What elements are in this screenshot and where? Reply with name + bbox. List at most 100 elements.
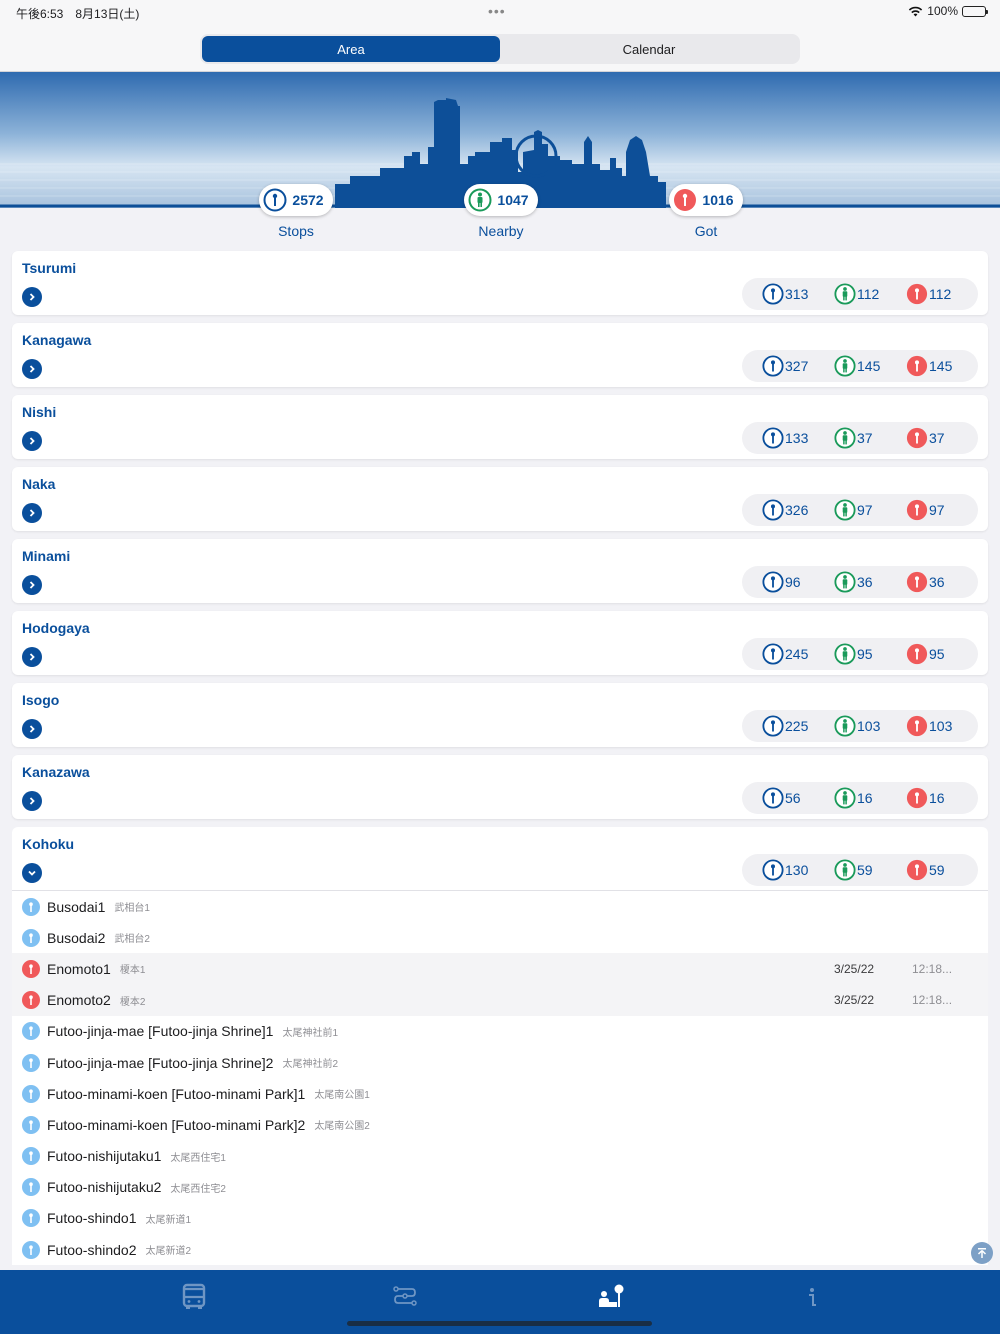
tab-bus[interactable]	[179, 1282, 209, 1312]
stop-row[interactable]: Futoo-nishijutaku2 太尾西住宅2	[12, 1172, 988, 1203]
segment-area[interactable]: Area	[202, 36, 500, 62]
multitask-dots-icon[interactable]: •••	[488, 3, 506, 19]
bus-stop-got-icon	[906, 571, 928, 593]
bus-stop-icon	[22, 1084, 40, 1103]
area-got-count: 59	[906, 859, 945, 881]
area-got-count: 145	[906, 355, 952, 377]
stop-name: Futoo-nishijutaku1	[47, 1148, 162, 1165]
stop-row[interactable]: Futoo-shindo1 太尾新道1	[12, 1203, 988, 1234]
stops-total-pill: 2572	[259, 184, 333, 216]
stop-row[interactable]: Futoo-nishijutaku1 太尾西住宅1	[12, 1141, 988, 1172]
bus-stop-outline-icon	[762, 355, 784, 377]
area-card[interactable]: Minami 96 36 36	[12, 539, 988, 603]
chevron-right-icon[interactable]	[22, 359, 42, 379]
summary-got: 1016 Got	[666, 184, 746, 239]
area-name: Hodogaya	[22, 620, 90, 636]
bus-stop-got-icon	[906, 715, 928, 737]
stop-name: Futoo-minami-koen [Futoo-minami Park]2	[47, 1116, 306, 1133]
area-nearby-count: 103	[834, 715, 880, 737]
stop-row[interactable]: Busodai2 武相台2	[12, 922, 988, 953]
bus-stop-icon	[22, 928, 40, 947]
stop-name-ja: 武相台2	[114, 934, 150, 946]
person-nearby-icon	[834, 859, 856, 881]
stop-name: Futoo-shindo2	[47, 1241, 137, 1258]
person-nearby-icon	[468, 188, 492, 212]
area-nearby-count: 16	[834, 787, 873, 809]
stop-name: Futoo-jinja-mae [Futoo-jinja Shrine]1	[47, 1023, 274, 1040]
area-card-expanded: Kohoku 130 59 59 Busodai1 武相台1 Busodai2	[12, 827, 988, 1266]
area-card[interactable]: Tsurumi 313 112 112	[12, 251, 988, 315]
chevron-right-icon[interactable]	[22, 503, 42, 523]
bus-stop-outline-icon	[762, 787, 784, 809]
stop-name-ja: 太尾西住宅1	[170, 1152, 226, 1164]
area-name: Kohoku	[22, 836, 75, 852]
chevron-right-icon[interactable]	[22, 431, 42, 451]
got-total-pill: 1016	[669, 184, 743, 216]
status-bar: 午後6:53 8月13日(土) ••• 100%	[0, 0, 1000, 26]
chevron-right-icon[interactable]	[22, 791, 42, 811]
bus-stop-icon	[22, 1147, 40, 1166]
bus-stop-outline-icon	[263, 188, 287, 212]
stop-row[interactable]: Enomoto2 榎本2 3/25/22 12:18...	[12, 984, 988, 1016]
bus-stop-got-icon	[674, 189, 697, 211]
stop-row[interactable]: Futoo-jinja-mae [Futoo-jinja Shrine]1 太尾神…	[12, 1016, 988, 1047]
stop-row[interactable]: Enomoto1 榎本1 3/25/22 12:18...	[12, 953, 988, 985]
got-total-value: 1016	[702, 192, 734, 208]
bus-stop-icon	[22, 1115, 40, 1134]
stop-name: Futoo-shindo1	[47, 1210, 137, 1227]
summary-stops: 2572 Stops	[256, 184, 336, 239]
stops-total-value: 2572	[292, 192, 324, 208]
chevron-down-icon[interactable]	[22, 863, 42, 883]
stop-name-ja: 太尾南公園2	[314, 1121, 370, 1133]
bus-stop-got-icon	[906, 283, 928, 305]
chevron-right-icon[interactable]	[22, 719, 42, 739]
area-nearby-count: 97	[834, 499, 873, 521]
stop-row[interactable]: Futoo-shindo2 太尾新道2	[12, 1234, 988, 1265]
stop-row[interactable]: Futoo-jinja-mae [Futoo-jinja Shrine]2 太尾神…	[12, 1047, 988, 1078]
stop-row[interactable]: Futoo-minami-koen [Futoo-minami Park]2 太尾…	[12, 1109, 988, 1140]
segment-calendar[interactable]: Calendar	[500, 36, 798, 62]
collection-icon	[599, 1284, 624, 1307]
bus-stop-got-icon	[22, 959, 40, 978]
chevron-right-icon[interactable]	[22, 287, 42, 307]
area-card[interactable]: Isogo 225 103 103	[12, 683, 988, 747]
tab-info[interactable]	[797, 1282, 827, 1312]
nearby-total-label: Nearby	[478, 223, 524, 239]
area-name: Naka	[22, 476, 56, 492]
area-counts: 133 37 37	[742, 422, 978, 454]
area-card[interactable]: Kanazawa 56 16 16	[12, 755, 988, 819]
bus-stop-got-icon	[906, 499, 928, 521]
stops-total-label: Stops	[278, 223, 314, 239]
area-card[interactable]: Kanagawa 327 145 145	[12, 323, 988, 387]
area-name: Nishi	[22, 404, 57, 420]
bus-stop-got-icon	[906, 787, 928, 809]
tab-route[interactable]	[390, 1282, 420, 1312]
area-card[interactable]: Hodogaya 245 95 95	[12, 611, 988, 675]
bus-stop-icon	[22, 1053, 40, 1072]
stop-name: Enomoto1	[47, 960, 111, 977]
area-card-header[interactable]: Kohoku 130 59 59	[12, 827, 988, 891]
area-got-count: 112	[906, 283, 951, 305]
person-nearby-icon	[834, 571, 856, 593]
area-card[interactable]: Naka 326 97 97	[12, 467, 988, 531]
stop-name-ja: 榎本2	[119, 996, 146, 1008]
tab-collection[interactable]	[596, 1282, 626, 1312]
area-got-count: 95	[906, 643, 945, 665]
bus-stop-icon	[22, 897, 40, 916]
stop-name-ja: 太尾神社前1	[282, 1027, 339, 1039]
chevron-right-icon[interactable]	[22, 647, 42, 667]
stop-name: Futoo-minami-koen [Futoo-minami Park]1	[47, 1085, 306, 1102]
area-card[interactable]: Nishi 133 37 37	[12, 395, 988, 459]
battery-icon	[962, 5, 988, 17]
home-indicator	[347, 1321, 652, 1326]
bus-stop-outline-icon	[762, 859, 784, 881]
bus-stop-icon	[22, 1209, 40, 1228]
scroll-to-top-button[interactable]	[971, 1242, 993, 1264]
summary-stats: 2572 Stops 1047 Nearby 1016 Got	[0, 184, 1000, 246]
stop-row[interactable]: Futoo-minami-koen [Futoo-minami Park]1 太尾…	[12, 1078, 988, 1109]
area-name: Isogo	[22, 692, 60, 708]
person-nearby-icon	[834, 643, 856, 665]
chevron-right-icon[interactable]	[22, 575, 42, 595]
person-nearby-icon	[834, 283, 856, 305]
stop-row[interactable]: Busodai1 武相台1	[12, 891, 988, 922]
